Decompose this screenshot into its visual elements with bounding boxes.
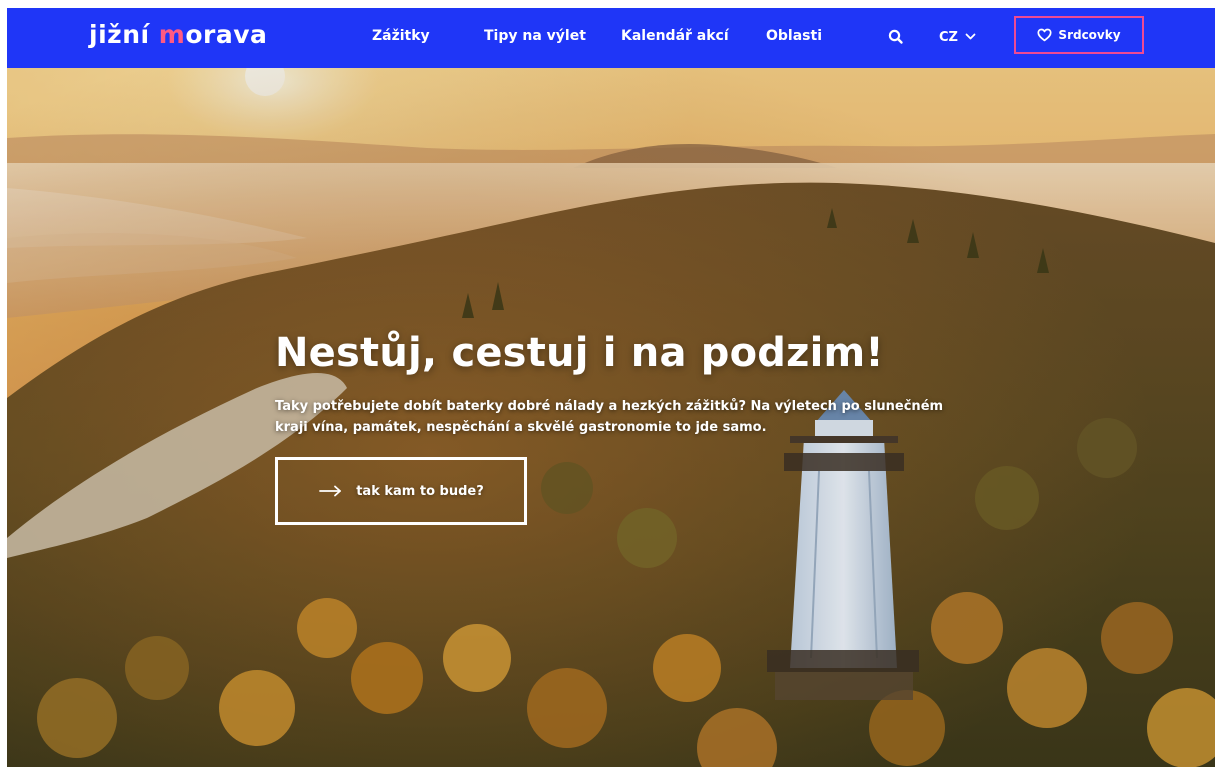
search-icon [888, 29, 903, 44]
language-value: CZ [939, 29, 958, 45]
cta-button[interactable]: tak kam to bude? [275, 457, 527, 525]
logo-text-start: jižní [89, 20, 159, 49]
chevron-down-icon [965, 33, 976, 40]
top-navigation-bar: jižní morava Zážitky Tipy na výlet Kalen… [7, 8, 1215, 68]
hero-title: Nestůj, cestuj i na podzim! [275, 330, 884, 376]
language-select[interactable]: CZ [939, 27, 976, 47]
logo-text-end: orava [185, 20, 268, 49]
heart-icon [1037, 28, 1052, 42]
nav-item-oblasti[interactable]: Oblasti [766, 28, 822, 44]
search-button[interactable] [886, 27, 906, 47]
page: jižní morava Zážitky Tipy na výlet Kalen… [0, 0, 1215, 767]
cta-label: tak kam to bude? [356, 483, 484, 499]
logo-accent-letter: m [158, 20, 186, 49]
nav-item-kalendar-akci[interactable]: Kalendář akcí [621, 28, 729, 44]
nav-item-zazitky[interactable]: Zážitky [372, 28, 430, 44]
favorites-button[interactable]: Srdcovky [1014, 16, 1144, 54]
hero-section: Nestůj, cestuj i na podzim! Taky potřebu… [7, 68, 1215, 767]
nav-item-tipy-na-vylet[interactable]: Tipy na výlet [484, 28, 586, 44]
favorites-label: Srdcovky [1058, 28, 1121, 42]
hero-description: Taky potřebujete dobít baterky dobré nál… [275, 399, 944, 435]
arrow-right-icon [319, 485, 342, 497]
site-logo[interactable]: jižní morava [89, 20, 267, 49]
